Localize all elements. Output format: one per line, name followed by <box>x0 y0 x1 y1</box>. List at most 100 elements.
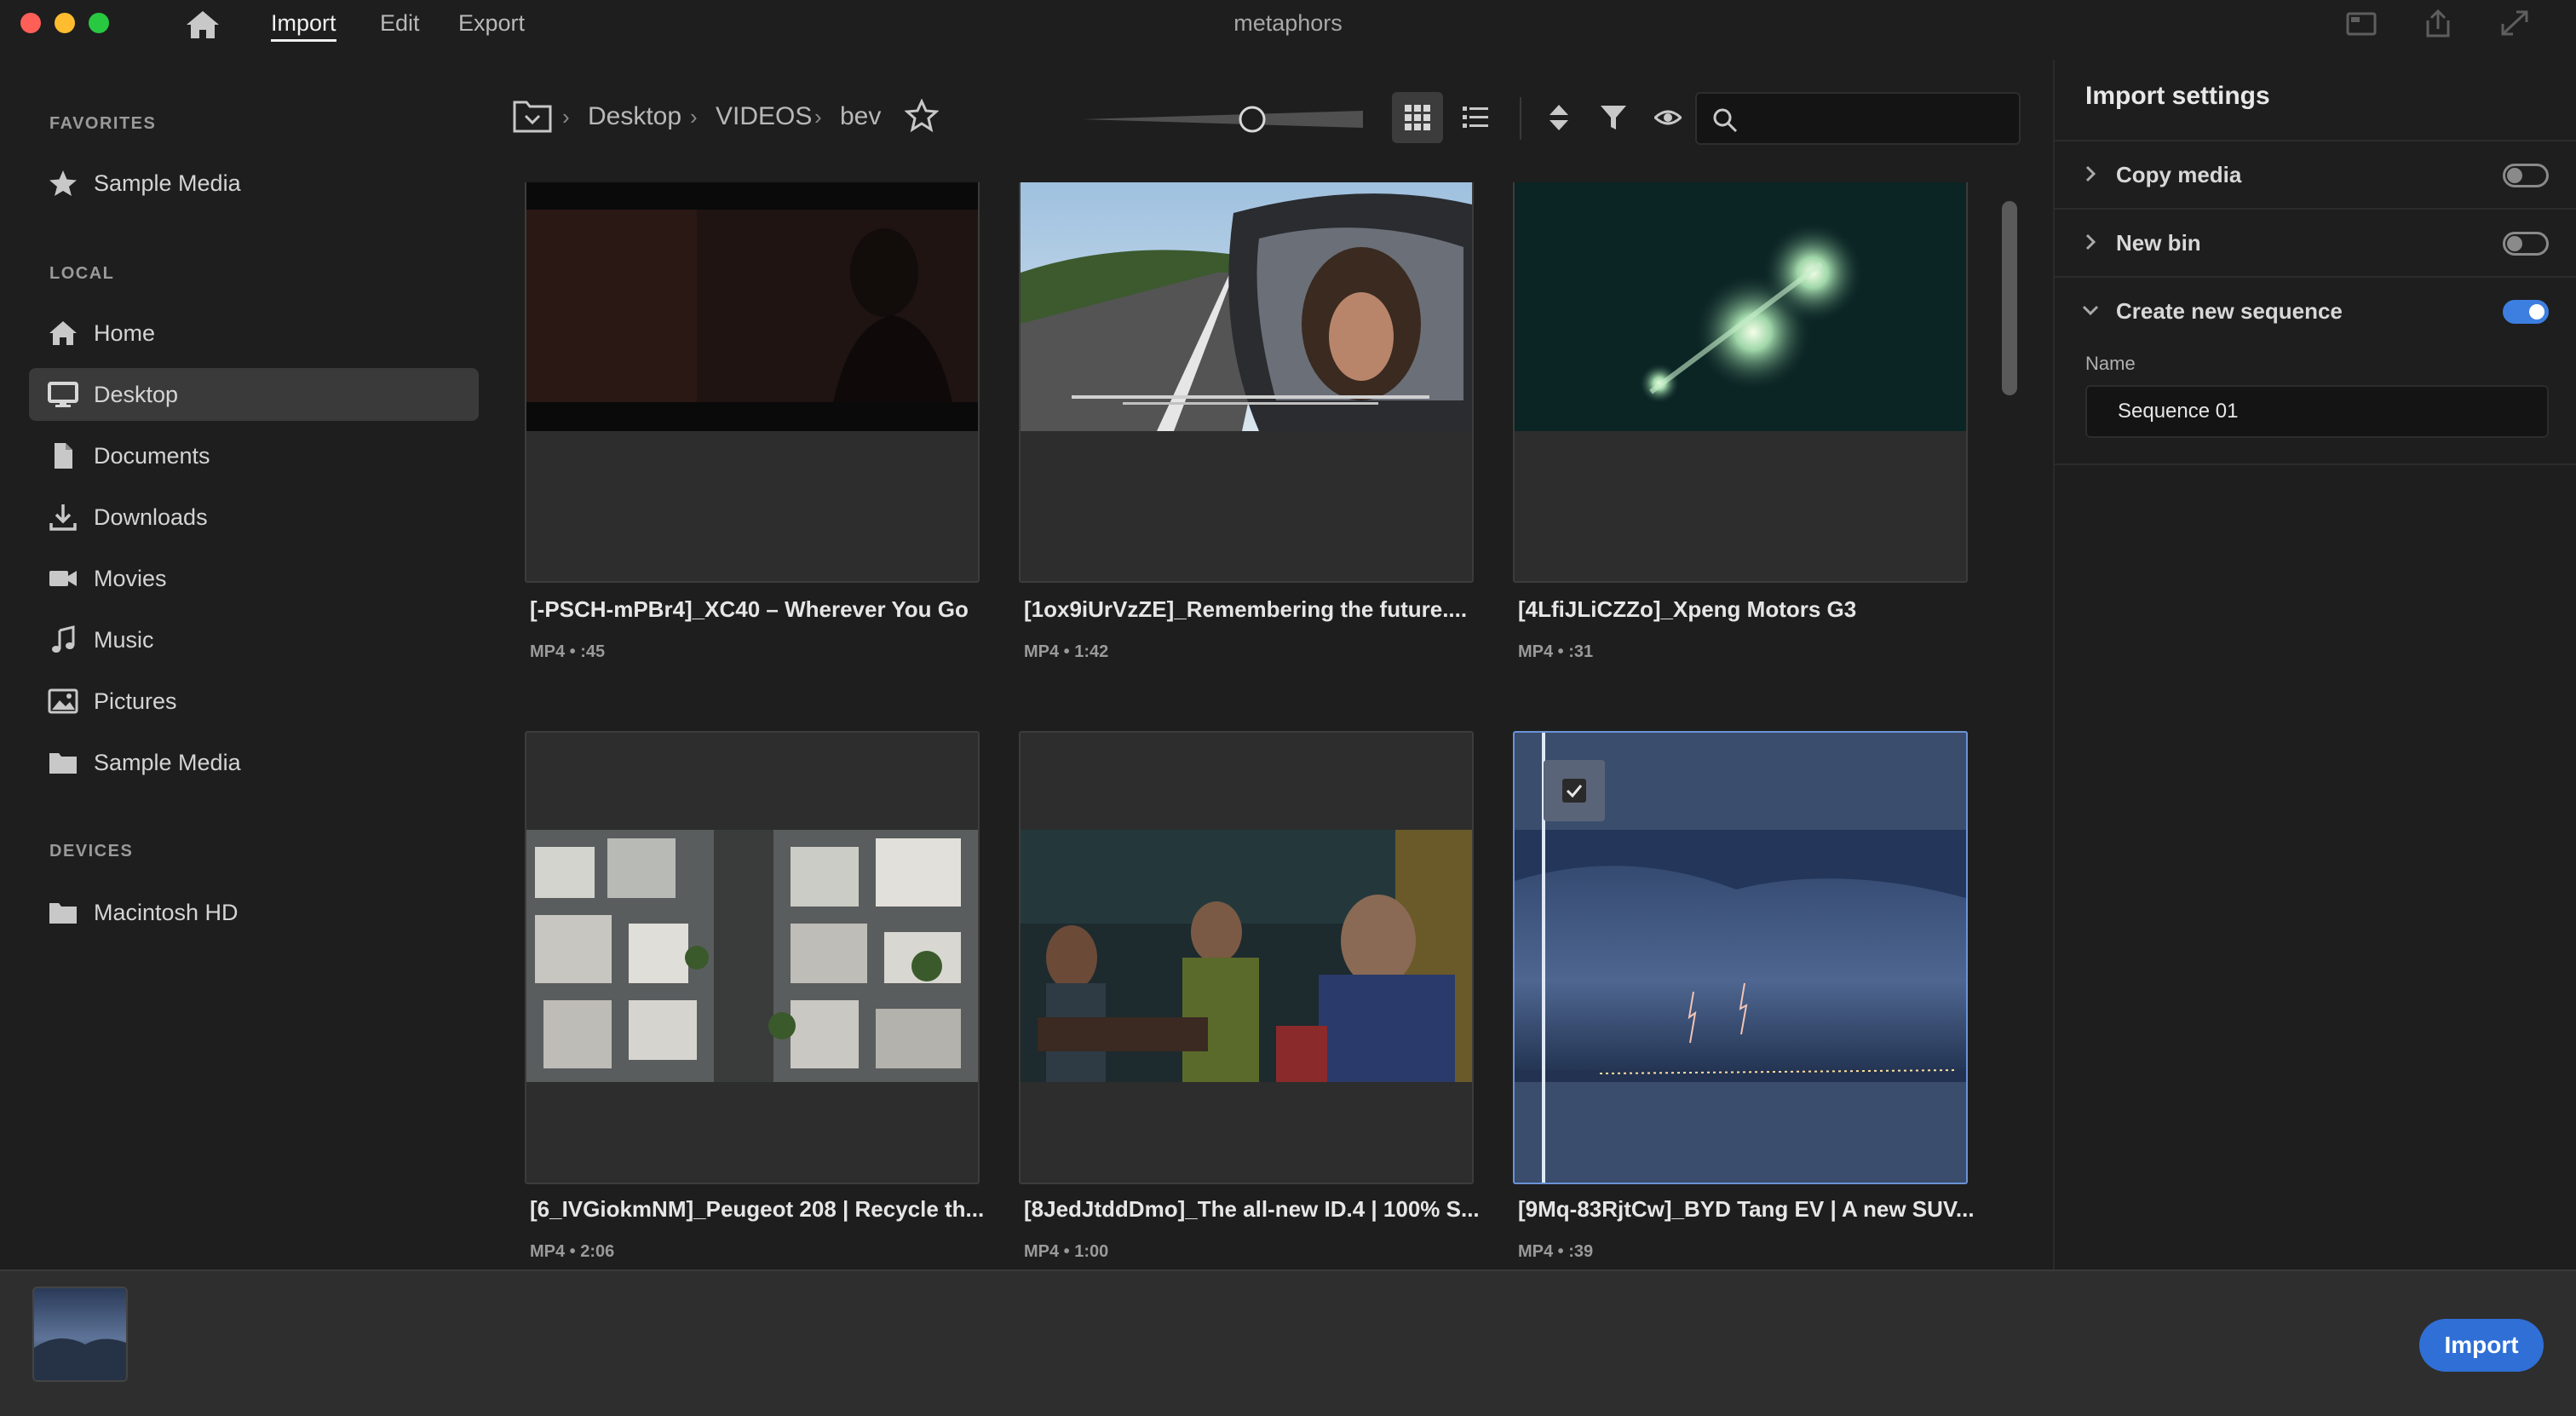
sidebar-item-desktop[interactable]: Desktop <box>29 368 479 421</box>
media-thumbnail[interactable] <box>525 182 980 583</box>
video-frame-image <box>1021 182 1472 431</box>
sidebar-item-documents[interactable]: Documents <box>29 429 479 482</box>
slider-track <box>1082 106 1363 133</box>
new-bin-toggle[interactable] <box>2503 232 2549 256</box>
share-icon <box>2426 9 2450 37</box>
search-field[interactable] <box>1695 92 2021 145</box>
video-frame-image <box>526 182 978 431</box>
list-icon <box>1463 106 1488 128</box>
minimize-window-button[interactable] <box>55 13 75 33</box>
panel-layout-icon <box>2346 12 2377 36</box>
preview-visibility-button[interactable] <box>1642 92 1693 143</box>
setting-label: Copy media <box>2116 162 2242 187</box>
import-settings-panel: Import settings Copy media New bin Creat… <box>2053 60 2576 1269</box>
fullscreen-button[interactable] <box>2498 9 2532 39</box>
sidebar-item-label: Documents <box>94 443 210 469</box>
chevron-right-icon <box>2085 233 2096 250</box>
media-meta: MP4 • 1:42 <box>1024 642 1109 661</box>
new-bin-row[interactable]: New bin <box>2055 208 2576 276</box>
sequence-name-input[interactable] <box>2085 385 2549 438</box>
share-button[interactable] <box>2421 9 2455 39</box>
close-window-button[interactable] <box>20 13 41 33</box>
breadcrumb-chevron-icon: › <box>690 104 698 130</box>
home-icon <box>187 11 219 38</box>
media-meta: MP4 • :39 <box>1518 1242 1594 1261</box>
selection-checkbox[interactable] <box>1544 760 1605 821</box>
title-bar: Import Edit Export metaphors <box>0 0 2576 48</box>
menu-import[interactable]: Import <box>271 10 336 42</box>
sidebar-item-sample-media-favorite[interactable]: Sample Media <box>29 157 479 210</box>
setting-label: Create new sequence <box>2116 298 2343 324</box>
search-icon <box>1713 108 1738 133</box>
folder-picker-button[interactable] <box>513 99 552 133</box>
copy-media-row[interactable]: Copy media <box>2055 140 2576 208</box>
create-sequence-toggle[interactable] <box>2503 300 2549 324</box>
sidebar-item-label: Sample Media <box>94 750 241 775</box>
media-title: [4LfiJLiCZZo]_Xpeng Motors G3 <box>1518 596 1857 622</box>
video-frame-image <box>1515 830 1966 1082</box>
media-title: [-PSCH-mPBr4]_XC40 – Wherever You Go <box>530 596 969 622</box>
grid-view-button[interactable] <box>1392 92 1443 143</box>
folder-dropdown-icon <box>513 101 552 133</box>
breadcrumb-videos[interactable]: VIDEOS <box>716 102 812 131</box>
media-thumbnail[interactable] <box>1513 182 1968 583</box>
browser-toolbar: › Desktop › VIDEOS › bev <box>503 85 2027 153</box>
selected-clip-thumbnail[interactable] <box>32 1286 128 1382</box>
sidebar-item-label: Macintosh HD <box>94 900 239 925</box>
setting-label: New bin <box>2116 230 2201 256</box>
checkmark-icon <box>1566 785 1583 798</box>
breadcrumb-bev[interactable]: bev <box>840 102 881 131</box>
list-view-button[interactable] <box>1450 92 1501 143</box>
sidebar-item-label: Sample Media <box>94 170 241 196</box>
home-button[interactable] <box>184 9 221 41</box>
copy-media-toggle[interactable] <box>2503 164 2549 187</box>
chevron-down-icon <box>2082 305 2099 316</box>
filter-button[interactable] <box>1588 92 1639 143</box>
media-thumbnail[interactable] <box>1019 731 1474 1184</box>
search-input[interactable] <box>1750 102 2005 136</box>
breadcrumb-chevron-icon: › <box>814 104 822 130</box>
breadcrumb-chevron-icon: › <box>562 104 570 130</box>
picture-icon <box>48 688 78 714</box>
favorite-button[interactable] <box>904 98 940 133</box>
media-meta: MP4 • :45 <box>530 642 606 661</box>
media-title: [8JedJtddDmo]_The all-new ID.4 | 100% S.… <box>1024 1196 1480 1222</box>
sidebar-item-music[interactable]: Music <box>29 613 479 666</box>
sidebar-item-movies[interactable]: Movies <box>29 552 479 605</box>
sidebar-item-label: Music <box>94 627 154 653</box>
menu-edit[interactable]: Edit <box>380 10 420 37</box>
sidebar-item-home[interactable]: Home <box>29 307 479 360</box>
eye-icon <box>1654 110 1682 125</box>
media-thumbnail-selected[interactable] <box>1513 731 1968 1184</box>
toolbar-divider <box>1520 97 1521 140</box>
selection-tray: Import <box>0 1269 2576 1416</box>
sidebar: FAVORITES Sample Media LOCAL Home Deskto… <box>0 60 494 1269</box>
sequence-name-label: Name <box>2085 353 2136 374</box>
thumbnail-size-slider[interactable] <box>1082 101 1363 138</box>
media-thumbnail[interactable] <box>1019 182 1474 583</box>
sidebar-item-label: Movies <box>94 566 167 591</box>
star-icon <box>49 170 77 196</box>
download-icon <box>49 504 77 531</box>
zoom-window-button[interactable] <box>89 13 109 33</box>
sidebar-item-downloads[interactable]: Downloads <box>29 491 479 544</box>
filter-icon <box>1601 106 1626 130</box>
panel-layout-button[interactable] <box>2344 9 2378 39</box>
sort-button[interactable] <box>1533 92 1584 143</box>
panel-divider <box>2055 463 2576 465</box>
panel-title: Import settings <box>2085 82 2270 110</box>
grid-scrollbar[interactable] <box>2002 201 2017 395</box>
media-meta: MP4 • 2:06 <box>530 1242 615 1261</box>
sidebar-item-pictures[interactable]: Pictures <box>29 675 479 728</box>
favorites-heading: FAVORITES <box>49 114 157 133</box>
create-sequence-row[interactable]: Create new sequence <box>2055 276 2576 344</box>
breadcrumb-desktop[interactable]: Desktop <box>588 102 681 131</box>
import-button[interactable]: Import <box>2419 1319 2544 1372</box>
media-thumbnail[interactable] <box>525 731 980 1184</box>
sidebar-item-sample-media[interactable]: Sample Media <box>29 736 479 789</box>
folder-icon <box>49 753 77 774</box>
video-camera-icon <box>49 571 77 586</box>
video-frame-image <box>526 830 978 1082</box>
menu-export[interactable]: Export <box>458 10 525 37</box>
sidebar-item-macintosh-hd[interactable]: Macintosh HD <box>29 886 479 939</box>
